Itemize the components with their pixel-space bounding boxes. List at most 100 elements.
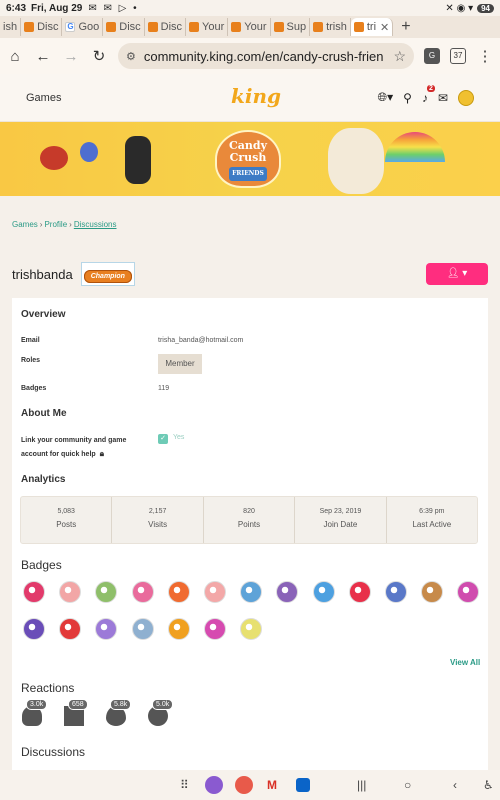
recents-button[interactable]: ||| (357, 778, 366, 792)
browser-tab[interactable]: Your (186, 18, 229, 36)
badge-icon[interactable] (95, 618, 118, 640)
app-drawer-icon[interactable]: ⠿ (180, 778, 189, 792)
king-favicon-icon (106, 22, 117, 32)
browser-tab[interactable]: Disc (103, 18, 145, 36)
stat-label: Join Date (323, 520, 358, 529)
back-icon[interactable]: ← (34, 48, 52, 65)
king-favicon-icon (353, 22, 364, 32)
menu-icon[interactable]: ⋮ (476, 47, 494, 65)
bookmark-star-icon[interactable]: ☆ (387, 48, 406, 65)
tab-title: Goo (78, 21, 100, 33)
badge-icon[interactable] (421, 581, 444, 603)
breadcrumb: Games › Profile › Discussions (12, 220, 117, 229)
profile-header: trishbanda Champion 👤︎ ▾ (12, 262, 488, 286)
badge-icon[interactable] (131, 581, 154, 603)
badge-icon[interactable] (312, 581, 335, 603)
stat-points: 820 Points (204, 497, 296, 543)
user-options-button[interactable]: 👤︎ ▾ (426, 263, 488, 285)
logo-line-2: Crush (229, 151, 267, 164)
view-all-badges-link[interactable]: View All (450, 658, 480, 667)
stat-join-date: Sep 23, 2019 Join Date (295, 497, 387, 543)
rainbow-decoration (385, 132, 445, 162)
badge-icon[interactable] (457, 581, 480, 603)
badge-icon[interactable] (240, 581, 263, 603)
stat-value: 820 (243, 508, 255, 515)
tab-count-button[interactable]: 37 (450, 48, 466, 64)
badge-icon[interactable] (167, 618, 190, 640)
candy-crush-friends-app-icon[interactable] (235, 776, 253, 794)
badge-icon[interactable] (204, 581, 226, 603)
search-icon[interactable]: ⚲ (403, 91, 412, 105)
browser-tab[interactable]: trish (310, 18, 351, 36)
logo-sub: FRIENDS (229, 167, 267, 181)
home-button[interactable]: ○ (404, 778, 411, 792)
browser-toolbar: ⌂ ← → ↻ ⚙ community.king.com/en/candy-cr… (0, 38, 500, 74)
battery-indicator: 94 (477, 3, 494, 13)
link-account-checkbox[interactable]: ✓ (158, 434, 168, 444)
games-link[interactable]: Games (26, 92, 61, 104)
mail-icon[interactable]: ✉ (438, 91, 448, 105)
candy-crush-app-icon[interactable] (205, 776, 223, 794)
about-me-heading: About Me (21, 408, 67, 419)
site-settings-icon[interactable]: ⚙ (126, 50, 136, 63)
stat-posts: 5,083 Posts (21, 497, 113, 543)
browser-tab[interactable]: Your (228, 18, 271, 36)
stat-last-active: 6:39 pm Last Active (387, 497, 477, 543)
new-tab-icon[interactable]: + (401, 18, 410, 36)
web-page: Games king 🌐︎▾ ⚲ ♪ 2 ✉ Candy Crush FRIEND… (0, 74, 500, 770)
back-button[interactable]: ‹ (453, 778, 457, 792)
badge-icon[interactable] (23, 581, 45, 603)
browser-tab[interactable]: ish (0, 18, 22, 36)
stat-label: Points (237, 520, 261, 529)
tab-title: Disc (119, 21, 141, 33)
tab-title: trish (326, 21, 347, 33)
roles-value: Member (158, 354, 202, 374)
home-icon[interactable]: ⌂ (6, 48, 24, 65)
browser-tab[interactable]: Sup (271, 18, 311, 36)
breadcrumb-discussions[interactable]: Discussions (74, 220, 117, 229)
translate-icon[interactable]: G (424, 48, 440, 64)
badge-icon[interactable] (95, 581, 118, 603)
king-logo[interactable]: king (231, 84, 281, 108)
badge-icon[interactable] (59, 581, 82, 603)
stat-visits: 2,157 Visits (112, 497, 204, 543)
stat-value: Sep 23, 2019 (319, 508, 362, 515)
link-account-label-line2: account for quick help (21, 451, 96, 458)
tab-title: Your (202, 21, 225, 33)
browser-tab[interactable]: tri ✕ (350, 18, 394, 36)
badge-icon[interactable] (348, 581, 371, 603)
badge-icon[interactable] (131, 618, 154, 640)
breadcrumb-games[interactable]: Games (12, 220, 38, 229)
notifications-bell-icon[interactable]: ♪ 2 (422, 84, 435, 105)
badge-icon[interactable] (204, 618, 226, 640)
system-nav-bar: ⠿ M ||| ○ ‹ ♿︎ (0, 770, 500, 800)
site-header: Games king 🌐︎▾ ⚲ ♪ 2 ✉ (0, 74, 500, 122)
close-tab-icon[interactable]: ✕ (380, 21, 389, 34)
user-avatar[interactable] (458, 89, 474, 106)
browser-tab[interactable]: Disc (21, 18, 63, 36)
badge-icon[interactable] (276, 581, 299, 603)
email-label: Email (21, 337, 40, 344)
outlook-icon[interactable] (296, 778, 310, 792)
badge-icon[interactable] (23, 618, 45, 640)
browser-tab[interactable]: G Goo (62, 18, 104, 36)
breadcrumb-profile[interactable]: Profile (44, 220, 67, 229)
accessibility-icon[interactable]: ♿︎ (483, 778, 494, 792)
reload-icon[interactable]: ↻ (90, 47, 108, 65)
stat-value: 2,157 (148, 508, 167, 515)
badge-icon[interactable] (167, 581, 190, 603)
reaction-count: 3.0k (26, 699, 48, 710)
badge-icon[interactable] (240, 618, 263, 640)
address-bar[interactable]: ⚙ community.king.com/en/candy-crush-frie… (118, 43, 414, 69)
badges-heading: Badges (21, 558, 62, 572)
forward-icon[interactable]: → (62, 48, 80, 65)
badge-icon[interactable] (59, 618, 82, 640)
browser-tab[interactable]: Disc (145, 18, 187, 36)
reaction-count: 5.0k (152, 699, 174, 710)
discussions-heading: Discussions (21, 745, 86, 759)
king-favicon-icon (231, 22, 242, 32)
stat-label: Posts (56, 520, 77, 529)
globe-icon[interactable]: 🌐︎▾ (378, 90, 394, 105)
gmail-icon[interactable]: M (267, 778, 277, 792)
badge-icon[interactable] (385, 581, 407, 603)
